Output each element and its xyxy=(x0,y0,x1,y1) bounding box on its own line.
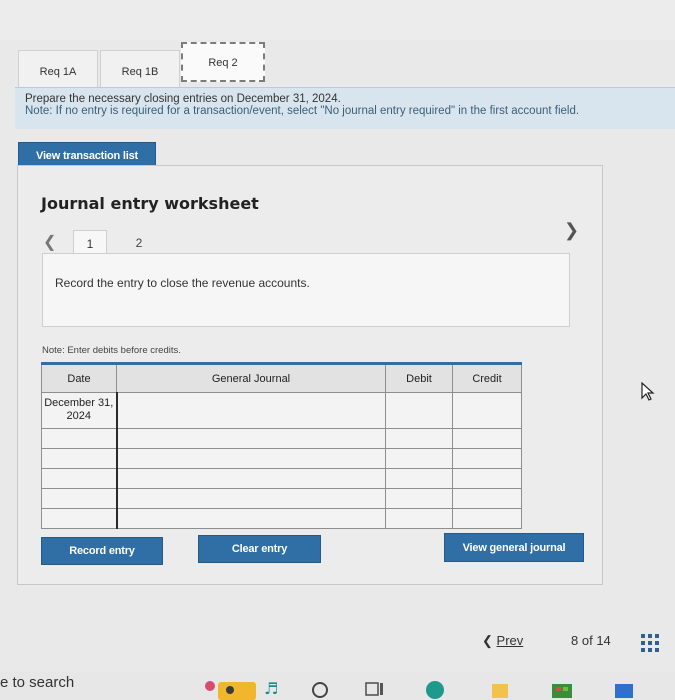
date-cell xyxy=(41,448,117,469)
date-cell xyxy=(41,428,117,449)
account-input[interactable] xyxy=(115,448,386,469)
instruction-note: Note: If no entry is required for a tran… xyxy=(25,105,580,117)
page-total: 14 xyxy=(596,633,611,648)
store-app-icon[interactable] xyxy=(550,678,574,700)
table-row xyxy=(41,488,522,509)
chevron-right-icon[interactable]: ❯ xyxy=(564,220,579,241)
prev-link[interactable]: ❮ Prev xyxy=(482,633,523,649)
account-input[interactable] xyxy=(115,428,386,449)
account-input[interactable] xyxy=(115,508,386,529)
mouse-cursor-icon xyxy=(641,382,655,401)
credit-input[interactable] xyxy=(452,392,522,429)
debit-input[interactable] xyxy=(385,508,453,529)
account-input[interactable] xyxy=(115,468,386,489)
debit-input[interactable] xyxy=(385,428,453,449)
page-current: 8 xyxy=(571,633,579,648)
chevron-left-icon[interactable]: ❮ xyxy=(43,232,56,252)
credit-input[interactable] xyxy=(452,488,522,509)
credit-header: Credit xyxy=(452,362,522,393)
grid-menu-icon[interactable] xyxy=(641,634,659,652)
task-view-icon[interactable] xyxy=(364,678,386,700)
general-journal-header: General Journal xyxy=(116,362,386,393)
account-input[interactable] xyxy=(115,488,386,509)
chevron-left-icon: ❮ xyxy=(482,633,493,648)
instruction-banner: Prepare the necessary closing entries on… xyxy=(15,87,675,129)
table-row xyxy=(41,428,522,449)
table-row: December 31, 2024 xyxy=(41,392,522,429)
debit-input[interactable] xyxy=(385,488,453,509)
date-cell xyxy=(41,508,117,529)
journal-entry-worksheet: Journal entry worksheet ❮ ❯ 1 2 Record t… xyxy=(17,165,603,585)
music-app-icon[interactable]: ♬ xyxy=(262,678,286,700)
page-counter: 8 of 14 xyxy=(571,633,611,648)
record-entry-button[interactable]: Record entry xyxy=(41,537,163,565)
table-row xyxy=(41,468,522,489)
credit-input[interactable] xyxy=(452,428,522,449)
worksheet-title: Journal entry worksheet xyxy=(41,194,259,213)
taskbar-widget-icon[interactable] xyxy=(200,678,260,700)
entry-prompt: Record the entry to close the revenue ac… xyxy=(55,276,310,290)
debit-input[interactable] xyxy=(385,448,453,469)
page-of: of xyxy=(581,633,593,648)
table-row xyxy=(41,508,522,529)
file-explorer-icon[interactable] xyxy=(490,678,510,700)
taskbar-search[interactable]: e to search xyxy=(0,674,74,691)
debit-input[interactable] xyxy=(385,392,453,429)
mail-app-icon[interactable] xyxy=(612,678,636,700)
top-band xyxy=(0,0,675,40)
tab-req-1a[interactable]: Req 1A xyxy=(18,50,98,92)
date-cell xyxy=(41,468,117,489)
credit-input[interactable] xyxy=(452,468,522,489)
journal-header-row: Date General Journal Debit Credit xyxy=(41,362,522,393)
debit-header: Debit xyxy=(385,362,453,393)
clear-entry-button[interactable]: Clear entry xyxy=(198,535,321,563)
date-cell xyxy=(41,488,117,509)
date-header: Date xyxy=(41,362,117,393)
entry-description: Record the entry to close the revenue ac… xyxy=(42,253,570,327)
tab-req-1b[interactable]: Req 1B xyxy=(100,50,180,92)
table-row xyxy=(41,448,522,469)
view-general-journal-button[interactable]: View general journal xyxy=(444,533,584,562)
credit-input[interactable] xyxy=(452,508,522,529)
debits-note: Note: Enter debits before credits. xyxy=(42,345,181,356)
edge-browser-icon[interactable] xyxy=(424,678,446,700)
search-app-icon[interactable] xyxy=(310,678,330,700)
account-input[interactable] xyxy=(115,392,386,429)
tab-req-2[interactable]: Req 2 xyxy=(181,42,265,82)
instruction-text: Prepare the necessary closing entries on… xyxy=(25,93,341,105)
debit-input[interactable] xyxy=(385,468,453,489)
svg-text:♬: ♬ xyxy=(264,679,278,698)
journal-table: Date General Journal Debit Credit Decemb… xyxy=(41,362,522,529)
date-cell: December 31, 2024 xyxy=(41,392,117,429)
prev-label: Prev xyxy=(496,633,524,648)
credit-input[interactable] xyxy=(452,448,522,469)
